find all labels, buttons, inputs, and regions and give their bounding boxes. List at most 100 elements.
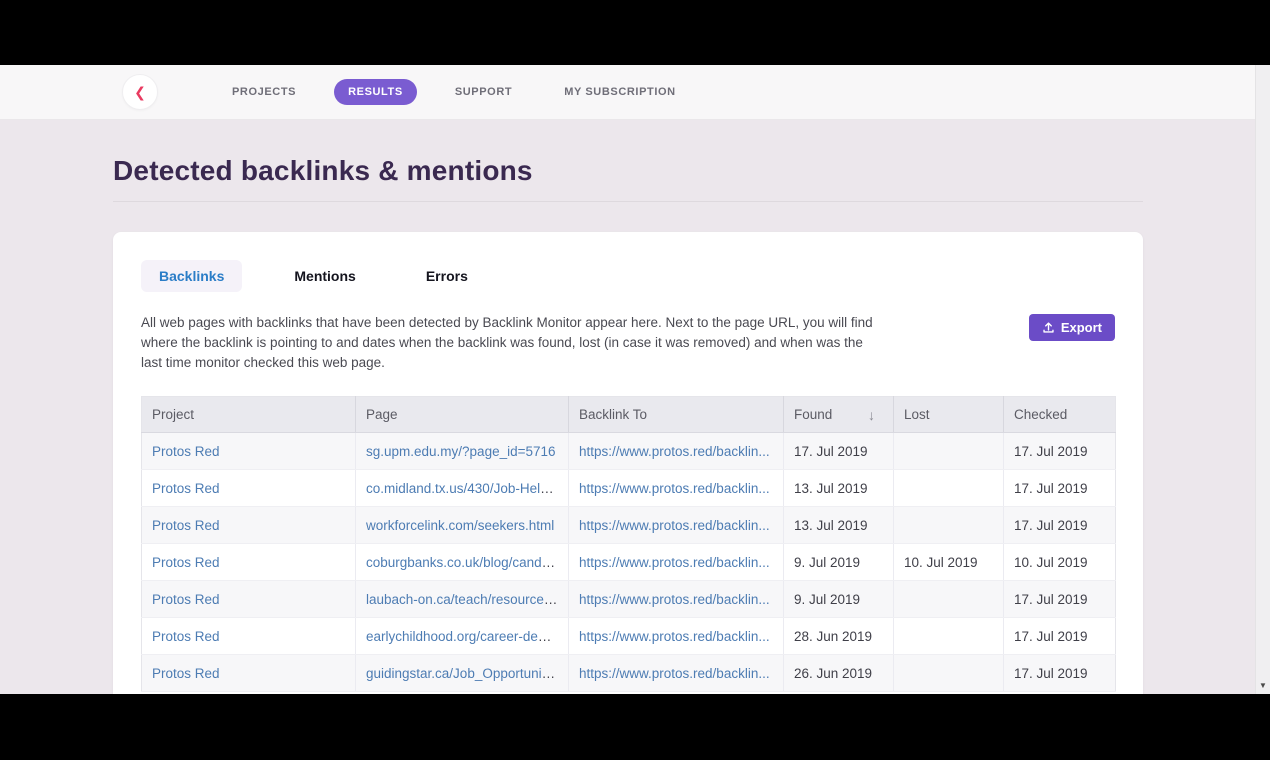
backlink-to-link[interactable]: https://www.protos.red/backlin... [579,666,770,681]
cell-found: 26. Jun 2019 [784,655,894,692]
cell-backlink-to: https://www.protos.red/backlin... [569,544,784,581]
cell-page: earlychildhood.org/career-deve... [356,618,569,655]
cell-lost [894,507,1004,544]
table-row: Protos Red coburgbanks.co.uk/blog/candid.… [142,544,1116,581]
app-viewport: ❮ PROJECTS RESULTS SUPPORT MY SUBSCRIPTI… [0,65,1255,694]
page-link[interactable]: earlychildhood.org/career-deve... [366,629,563,644]
column-header-project[interactable]: Project [142,397,356,433]
cell-page: co.midland.tx.us/430/Job-Help-... [356,470,569,507]
table-row: Protos Red sg.upm.edu.my/?page_id=5716 htt… [142,433,1116,470]
tab-backlinks[interactable]: Backlinks [141,260,242,292]
page-title: Detected backlinks & mentions [113,155,1255,187]
cell-backlink-to: https://www.protos.red/backlin... [569,618,784,655]
backlink-to-link[interactable]: https://www.protos.red/backlin... [579,555,770,570]
page-link[interactable]: workforcelink.com/seekers.html [366,518,554,533]
cell-project: Protos Red [142,581,356,618]
sort-desc-icon[interactable]: ↓ [868,407,875,423]
tab-mentions[interactable]: Mentions [276,260,373,292]
backlink-to-link[interactable]: https://www.protos.red/backlin... [579,518,770,533]
back-button[interactable]: ❮ [122,74,158,110]
results-card: Backlinks Mentions Errors All web pages … [113,232,1143,694]
column-header-lost[interactable]: Lost [894,397,1004,433]
cell-found: 13. Jul 2019 [784,470,894,507]
project-link[interactable]: Protos Red [152,481,220,496]
cell-checked: 17. Jul 2019 [1004,655,1116,692]
tab-errors[interactable]: Errors [408,260,486,292]
cell-lost [894,470,1004,507]
nav-items: PROJECTS RESULTS SUPPORT MY SUBSCRIPTION [218,79,690,105]
cell-checked: 17. Jul 2019 [1004,433,1116,470]
top-navbar: ❮ PROJECTS RESULTS SUPPORT MY SUBSCRIPTI… [0,65,1255,120]
page-link[interactable]: coburgbanks.co.uk/blog/candid... [366,555,563,570]
cell-lost [894,618,1004,655]
table-body: Protos Redsg.upm.edu.my/?page_id=5716htt… [142,433,1116,692]
cell-found: 28. Jun 2019 [784,618,894,655]
description-text: All web pages with backlinks that have b… [141,313,886,373]
cell-page: sg.upm.edu.my/?page_id=5716 [356,433,569,470]
cell-backlink-to: https://www.protos.red/backlin... [569,581,784,618]
vertical-scrollbar[interactable]: ▼ [1255,65,1270,694]
nav-item-results[interactable]: RESULTS [334,79,417,105]
cell-checked: 17. Jul 2019 [1004,618,1116,655]
cell-checked: 17. Jul 2019 [1004,581,1116,618]
table-row: Protos Red earlychildhood.org/career-deve… [142,618,1116,655]
cell-backlink-to: https://www.protos.red/backlin... [569,433,784,470]
cell-lost [894,581,1004,618]
backlink-to-link[interactable]: https://www.protos.red/backlin... [579,444,770,459]
column-header-backlink-to[interactable]: Backlink To [569,397,784,433]
column-header-found[interactable]: Found ↓ [784,397,894,433]
scrollbar-down-icon[interactable]: ▼ [1256,682,1270,690]
cell-project: Protos Red [142,470,356,507]
chevron-left-icon: ❮ [134,85,146,99]
project-link[interactable]: Protos Red [152,666,220,681]
nav-item-support[interactable]: SUPPORT [441,79,526,105]
table-row: Protos Red laubach-on.ca/teach/resources/… [142,581,1116,618]
cell-lost: 10. Jul 2019 [894,544,1004,581]
cell-found: 9. Jul 2019 [784,544,894,581]
cell-lost [894,655,1004,692]
export-button[interactable]: Export [1029,314,1115,341]
table-header: Project Page Backlink To Found ↓ Lost Ch… [142,397,1116,433]
project-link[interactable]: Protos Red [152,629,220,644]
cell-project: Protos Red [142,655,356,692]
page-link[interactable]: laubach-on.ca/teach/resources/... [366,592,566,607]
cell-page: laubach-on.ca/teach/resources/... [356,581,569,618]
project-link[interactable]: Protos Red [152,444,220,459]
backlinks-table: Project Page Backlink To Found ↓ Lost Ch… [141,396,1116,692]
column-header-page[interactable]: Page [356,397,569,433]
page-content: Detected backlinks & mentions Backlinks … [0,120,1255,694]
export-button-label: Export [1061,320,1102,335]
cell-backlink-to: https://www.protos.red/backlin... [569,470,784,507]
cell-checked: 17. Jul 2019 [1004,507,1116,544]
title-divider [113,201,1143,202]
nav-item-projects[interactable]: PROJECTS [218,79,310,105]
cell-project: Protos Red [142,618,356,655]
cell-page: workforcelink.com/seekers.html [356,507,569,544]
cell-project: Protos Red [142,433,356,470]
cell-checked: 17. Jul 2019 [1004,470,1116,507]
cell-found: 13. Jul 2019 [784,507,894,544]
backlink-to-link[interactable]: https://www.protos.red/backlin... [579,629,770,644]
project-link[interactable]: Protos Red [152,555,220,570]
cell-lost [894,433,1004,470]
cell-checked: 10. Jul 2019 [1004,544,1116,581]
cell-page: guidingstar.ca/Job_Opportuniti... [356,655,569,692]
project-link[interactable]: Protos Red [152,592,220,607]
project-link[interactable]: Protos Red [152,518,220,533]
tabs: Backlinks Mentions Errors [141,260,1115,292]
cell-project: Protos Red [142,507,356,544]
column-header-checked[interactable]: Checked [1004,397,1116,433]
screen: ❮ PROJECTS RESULTS SUPPORT MY SUBSCRIPTI… [0,0,1270,760]
backlink-to-link[interactable]: https://www.protos.red/backlin... [579,481,770,496]
intro-row: All web pages with backlinks that have b… [141,313,1115,373]
page-link[interactable]: guidingstar.ca/Job_Opportuniti... [366,666,560,681]
table-row: Protos Red guidingstar.ca/Job_Opportuniti… [142,655,1116,692]
backlink-to-link[interactable]: https://www.protos.red/backlin... [579,592,770,607]
page-link[interactable]: co.midland.tx.us/430/Job-Help-... [366,481,563,496]
page-link[interactable]: sg.upm.edu.my/?page_id=5716 [366,444,556,459]
nav-item-my-subscription[interactable]: MY SUBSCRIPTION [550,79,689,105]
cell-backlink-to: https://www.protos.red/backlin... [569,655,784,692]
table-row: Protos Red workforcelink.com/seekers.html… [142,507,1116,544]
cell-page: coburgbanks.co.uk/blog/candid... [356,544,569,581]
letterbox-top [0,0,1270,65]
